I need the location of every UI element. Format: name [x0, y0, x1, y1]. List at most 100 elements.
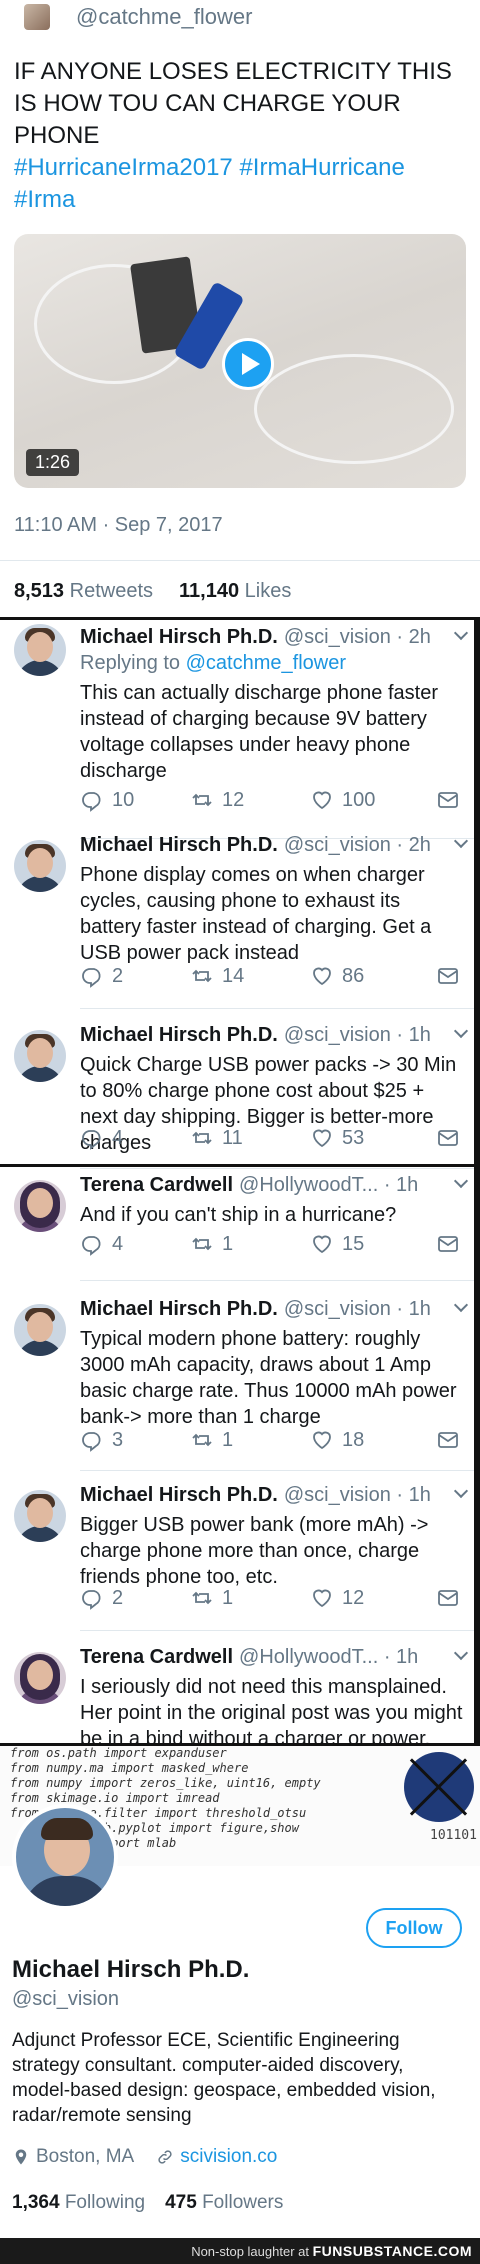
message-button[interactable]	[436, 788, 468, 812]
play-button[interactable]	[222, 338, 274, 390]
retweet-stat[interactable]: 8,513 Retweets	[14, 580, 153, 603]
message-button[interactable]	[436, 1232, 468, 1256]
heart-icon	[313, 791, 331, 810]
reply-button[interactable]: 10	[80, 788, 134, 812]
reply-author-handle[interactable]: @sci_vision · 1h	[284, 1024, 431, 1047]
reply-divider	[80, 1008, 480, 1009]
message-button[interactable]	[436, 1126, 468, 1150]
chevron-down-icon[interactable]	[453, 833, 469, 849]
site-footer: Non-stop laughter at FUNSUBSTANCE.COM	[0, 2238, 480, 2264]
message-button[interactable]	[436, 1586, 468, 1610]
reply-author-name[interactable]: Terena Cardwell	[80, 1646, 233, 1669]
reply-icon	[82, 1590, 101, 1610]
reply-avatar[interactable]	[14, 1180, 66, 1232]
reply-count: 2	[112, 1586, 124, 1609]
profile-avatar[interactable]	[12, 1804, 118, 1910]
x-logo-icon	[404, 1752, 474, 1822]
chevron-down-icon[interactable]	[453, 625, 469, 641]
reply-author-name[interactable]: Michael Hirsch Ph.D.	[80, 1024, 278, 1047]
reply-avatar[interactable]	[14, 1652, 66, 1704]
reply-header: Michael Hirsch Ph.D. @sci_vision · 2h	[80, 834, 431, 857]
profile-website[interactable]: scivision.co	[180, 2146, 277, 2168]
retweet-button[interactable]: 11	[190, 1126, 243, 1150]
tweet-hashtags[interactable]: #HurricaneIrma2017 #IrmaHurricane #Irma	[14, 152, 469, 216]
like-count: 86	[342, 964, 365, 987]
reply-count: 4	[112, 1232, 124, 1255]
chevron-down-icon[interactable]	[453, 1173, 469, 1189]
play-icon	[241, 353, 260, 375]
retweet-icon	[192, 793, 212, 807]
reply-avatar[interactable]	[14, 624, 66, 676]
reply-count: 2	[112, 964, 124, 987]
author-handle[interactable]: @catchme_flower	[76, 4, 252, 30]
like-button[interactable]: 53	[310, 1126, 364, 1150]
reply-actions: 10 12 100	[80, 788, 460, 814]
reply-button[interactable]: 2	[80, 964, 123, 988]
location-pin-icon	[15, 2149, 27, 2165]
like-button[interactable]: 15	[310, 1232, 364, 1256]
tweet-timestamp[interactable]: 11:10 AM · Sep 7, 2017	[14, 514, 223, 537]
reply-author-name[interactable]: Terena Cardwell	[80, 1174, 233, 1197]
reply-button[interactable]: 2	[80, 1586, 123, 1610]
reply-author-name[interactable]: Michael Hirsch Ph.D.	[80, 834, 278, 857]
followers-stat[interactable]: 475 Followers	[165, 2192, 283, 2214]
replying-to: Replying to @catchme_flower	[80, 652, 346, 674]
message-button[interactable]	[436, 964, 468, 988]
like-button[interactable]: 86	[310, 964, 364, 988]
reply-avatar[interactable]	[14, 840, 66, 892]
follow-button[interactable]: Follow	[366, 1908, 462, 1948]
message-button[interactable]	[436, 1428, 468, 1452]
reply-header: Michael Hirsch Ph.D. @sci_vision · 2h	[80, 626, 431, 649]
heart-icon	[313, 1129, 331, 1148]
chevron-down-icon[interactable]	[453, 1023, 469, 1039]
reply-text: Phone display comes on when charger cycl…	[80, 864, 432, 964]
replying-to-link[interactable]: @catchme_flower	[186, 652, 346, 674]
reply-avatar[interactable]	[14, 1030, 66, 1082]
like-button[interactable]: 100	[310, 788, 375, 812]
screenshot-border	[0, 1164, 480, 1167]
chevron-down-icon[interactable]	[453, 1483, 469, 1499]
reply-divider	[80, 1168, 480, 1169]
retweet-button[interactable]: 14	[190, 964, 244, 988]
reply-author-handle[interactable]: @sci_vision · 1h	[284, 1484, 431, 1507]
reply-author-handle[interactable]: @sci_vision · 2h	[284, 834, 431, 857]
footer-brand[interactable]: FUNSUBSTANCE.COM	[313, 2243, 472, 2259]
chevron-down-icon[interactable]	[453, 1645, 469, 1661]
reply-button[interactable]: 3	[80, 1428, 123, 1452]
retweet-button[interactable]: 1	[190, 1232, 233, 1256]
following-stat[interactable]: 1,364 Following	[12, 2192, 145, 2214]
envelope-icon	[438, 968, 458, 984]
reply-author-name[interactable]: Michael Hirsch Ph.D.	[80, 1298, 278, 1321]
retweet-count: 14	[222, 964, 245, 987]
reply-button[interactable]: 4	[80, 1232, 123, 1256]
screenshot-border	[474, 1167, 480, 1743]
like-button[interactable]: 18	[310, 1428, 364, 1452]
reply-author-handle[interactable]: @HollywoodT... · 1h	[239, 1174, 418, 1197]
retweet-button[interactable]: 12	[190, 788, 244, 812]
reply-avatar[interactable]	[14, 1490, 66, 1542]
likes-stat[interactable]: 11,140 Likes	[179, 580, 291, 603]
reply-author-name[interactable]: Michael Hirsch Ph.D.	[80, 1484, 278, 1507]
video-player[interactable]: 1:26	[14, 234, 466, 488]
reply-author-handle[interactable]: @HollywoodT... · 1h	[239, 1646, 418, 1669]
author-avatar[interactable]	[24, 4, 50, 30]
like-count: 12	[342, 1586, 365, 1609]
like-button[interactable]: 12	[310, 1586, 364, 1610]
retweet-button[interactable]: 1	[190, 1586, 233, 1610]
reply-actions: 2 1 12	[80, 1586, 460, 1612]
reply-text: This can actually discharge phone faster…	[80, 682, 438, 782]
reply-author-handle[interactable]: @sci_vision · 2h	[284, 626, 431, 649]
video-duration: 1:26	[26, 449, 80, 476]
chevron-down-icon[interactable]	[453, 1297, 469, 1313]
reply-author-name[interactable]: Michael Hirsch Ph.D.	[80, 626, 278, 649]
reply-text: I seriously did not need this mansplaine…	[80, 1676, 463, 1750]
profile-card: from os.path import expanduser from numpy…	[0, 1746, 480, 2226]
reply-avatar[interactable]	[14, 1304, 66, 1356]
reply-button[interactable]: 4	[80, 1126, 123, 1150]
reply-header: Terena Cardwell @HollywoodT... · 1h	[80, 1646, 418, 1669]
reply-header: Michael Hirsch Ph.D. @sci_vision · 1h	[80, 1024, 431, 1047]
reply-author-handle[interactable]: @sci_vision · 1h	[284, 1298, 431, 1321]
envelope-icon	[438, 1130, 458, 1146]
retweet-button[interactable]: 1	[190, 1428, 233, 1452]
reply-icon	[82, 1130, 101, 1150]
